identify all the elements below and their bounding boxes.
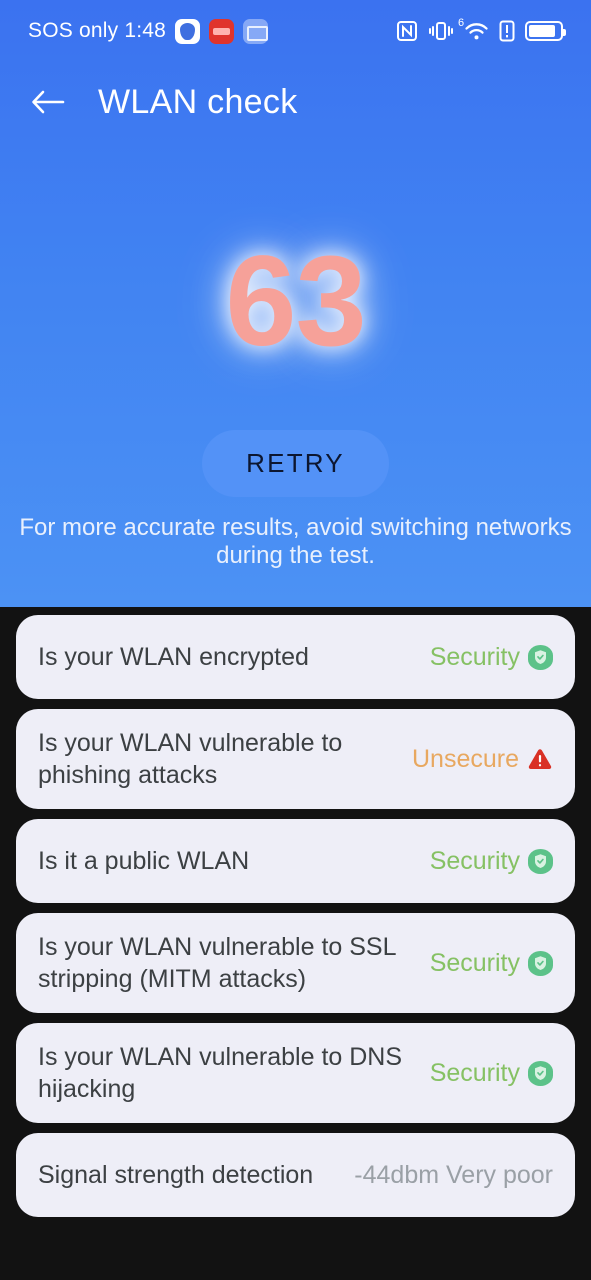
check-status: Unsecure — [412, 745, 553, 774]
shield-check-icon — [528, 950, 553, 976]
vibrate-icon — [428, 20, 454, 42]
battery-icon — [525, 21, 566, 41]
score-area: 63 — [0, 232, 591, 372]
shield-app-icon — [175, 18, 201, 44]
check-status: Security — [430, 1059, 553, 1088]
check-label: Is your WLAN vulnerable to SSL stripping… — [38, 933, 396, 993]
status-bar-left: SOS only 1:48 — [28, 18, 269, 44]
accuracy-hint: For more accurate results, avoid switchi… — [19, 514, 572, 570]
nfc-icon — [396, 20, 418, 42]
retry-row: RETRY — [0, 430, 591, 497]
back-arrow-icon[interactable] — [28, 82, 68, 122]
status-badge: Security — [429, 846, 520, 875]
status-bar: SOS only 1:48 6 — [0, 0, 591, 62]
warning-triangle-icon — [527, 747, 553, 771]
status-badge: Security — [429, 1058, 520, 1087]
check-label: Signal strength detection — [38, 1161, 314, 1189]
check-card[interactable]: Is it a public WLAN Security — [16, 819, 575, 903]
check-card[interactable]: Signal strength detection -44dbm Very poo… — [16, 1133, 575, 1217]
check-card[interactable]: Is your WLAN vulnerable to DNS hijacking… — [16, 1023, 575, 1123]
shield-check-icon — [528, 1060, 553, 1086]
check-status: Security — [430, 847, 553, 876]
status-badge: -44dbm Very poor — [354, 1160, 553, 1189]
mail-app-icon — [243, 18, 269, 44]
check-card[interactable]: Is your WLAN vulnerable to SSL stripping… — [16, 913, 575, 1013]
check-status: Security — [430, 643, 553, 672]
check-card[interactable]: Is your WLAN encrypted Security — [16, 615, 575, 699]
alert-icon — [499, 20, 515, 42]
status-badge: Security — [429, 642, 520, 671]
status-badge: Unsecure — [412, 744, 519, 773]
wlan-score: 63 — [225, 230, 366, 373]
retry-button[interactable]: RETRY — [202, 430, 389, 497]
check-label: Is your WLAN vulnerable to phishing atta… — [38, 729, 343, 789]
check-results-list: Is your WLAN encrypted Security Is your WL… — [0, 615, 591, 1227]
page-title: WLAN check — [98, 82, 298, 121]
check-label: Is your WLAN encrypted — [38, 643, 309, 671]
status-badge: Security — [429, 948, 520, 977]
status-bar-right: 6 — [396, 17, 566, 42]
app-bar: WLAN check — [0, 66, 591, 138]
check-label: Is it a public WLAN — [38, 847, 250, 875]
carrier-and-clock: SOS only 1:48 — [28, 19, 167, 42]
check-status: -44dbm Very poor — [354, 1161, 553, 1190]
check-label: Is your WLAN vulnerable to DNS hijacking — [38, 1043, 403, 1103]
check-status: Security — [430, 949, 553, 978]
check-card[interactable]: Is your WLAN vulnerable to phishing atta… — [16, 709, 575, 809]
shield-check-icon — [528, 848, 553, 874]
red-app-icon — [209, 18, 235, 44]
wifi-6-icon: 6 — [458, 17, 489, 41]
wlan-check-screen: SOS only 1:48 6 WLAN check 63 RETRY For … — [0, 0, 591, 1280]
shield-check-icon — [528, 644, 553, 670]
